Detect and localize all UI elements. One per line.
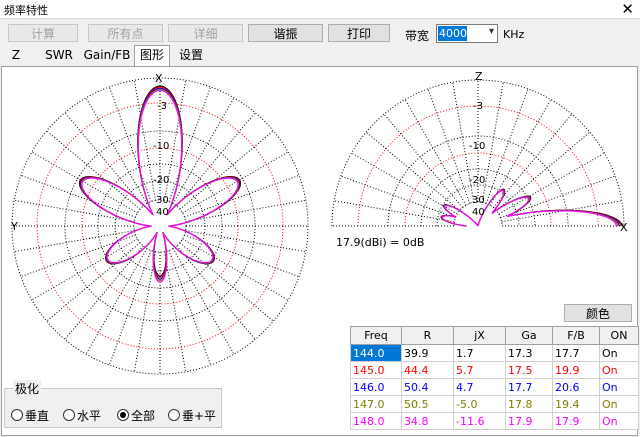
table-cell: 146.0 bbox=[350, 378, 402, 396]
left-ring-label: 40 bbox=[156, 207, 169, 218]
radio-vertical[interactable]: 垂直 bbox=[11, 407, 49, 424]
radio-icon bbox=[11, 409, 23, 421]
bandwidth-unit: KHz bbox=[503, 28, 525, 41]
table-cell: 17.9 bbox=[552, 412, 600, 430]
table-cell: -11.6 bbox=[453, 412, 506, 430]
tab-settings[interactable]: 设置 bbox=[174, 46, 208, 65]
table-row[interactable]: 146.0 50.4 4.7 17.7 20.6 On bbox=[350, 378, 639, 396]
radio-label: 垂+平 bbox=[182, 409, 217, 423]
column-header-ga[interactable]: Ga bbox=[505, 326, 553, 345]
results-table: Freq R jX Ga F/B ON 144.0 39.9 1.7 17.3 17.7… bbox=[350, 326, 639, 430]
table-cell: 5.7 bbox=[453, 361, 506, 379]
radio-icon bbox=[168, 409, 180, 421]
left-axis-top-label: X bbox=[155, 72, 163, 85]
column-header-on[interactable]: ON bbox=[599, 326, 639, 345]
print-button[interactable]: 打印 bbox=[328, 24, 390, 42]
column-header-freq[interactable]: Freq bbox=[350, 326, 402, 345]
right-axis-top-label: Z bbox=[475, 70, 483, 83]
right-ring-label: -3 bbox=[473, 101, 483, 112]
tab-graph[interactable]: 图形 bbox=[134, 45, 170, 66]
tab-swr[interactable]: SWR bbox=[40, 46, 78, 65]
table-cell: 50.5 bbox=[401, 395, 454, 413]
right-ring-label: 40 bbox=[472, 207, 485, 218]
table-cell: On bbox=[599, 361, 639, 379]
left-ring-label: -10 bbox=[153, 141, 170, 152]
table-cell: 44.4 bbox=[401, 361, 454, 379]
right-ring-label: -10 bbox=[469, 141, 486, 152]
table-cell: On bbox=[599, 344, 639, 362]
table-row[interactable]: 144.0 39.9 1.7 17.3 17.7 On bbox=[350, 344, 639, 362]
tab-z[interactable]: Z bbox=[4, 46, 28, 65]
polarization-label: 极化 bbox=[13, 380, 42, 397]
table-cell: 17.7 bbox=[552, 344, 600, 362]
tab-gain-fb[interactable]: Gain/FB bbox=[82, 46, 132, 65]
left-ring-label: 30 bbox=[156, 195, 169, 206]
table-row[interactable]: 145.0 44.4 5.7 17.5 19.9 On bbox=[350, 361, 639, 379]
radio-horizontal[interactable]: 水平 bbox=[63, 407, 101, 424]
column-header-jx[interactable]: jX bbox=[453, 326, 506, 345]
table-cell: 39.9 bbox=[401, 344, 454, 362]
table-cell: 148.0 bbox=[350, 412, 402, 430]
radio-label: 水平 bbox=[77, 409, 102, 423]
radio-selected-icon bbox=[117, 409, 129, 421]
window-title: 频率特性 bbox=[4, 4, 48, 17]
radio-label: 垂直 bbox=[25, 409, 50, 423]
close-icon[interactable]: ✕ bbox=[621, 0, 634, 18]
reference-gain-text: 17.9(dBi) = 0dB bbox=[336, 236, 425, 249]
column-header-r[interactable]: R bbox=[401, 326, 454, 345]
table-cell: 4.7 bbox=[453, 378, 506, 396]
left-ring-label: -20 bbox=[153, 175, 170, 186]
radio-vert-horiz[interactable]: 垂+平 bbox=[168, 407, 216, 424]
right-axis-right-label: X bbox=[620, 221, 628, 234]
color-button[interactable]: 颜色 bbox=[564, 304, 632, 322]
table-cell: 144.0 bbox=[350, 344, 402, 362]
radio-all[interactable]: 全部 bbox=[117, 407, 155, 424]
table-cell: 34.8 bbox=[401, 412, 454, 430]
polarization-group: 极化 垂直 水平 全部 垂+平 bbox=[4, 380, 222, 428]
table-cell: 145.0 bbox=[350, 361, 402, 379]
detail-button[interactable]: 详细 bbox=[168, 24, 243, 42]
bandwidth-label: 带宽 bbox=[405, 29, 430, 43]
radio-label: 全部 bbox=[131, 409, 156, 423]
table-cell: 17.9 bbox=[505, 412, 553, 430]
calc-button[interactable]: 计算 bbox=[8, 24, 78, 42]
column-header-fb[interactable]: F/B bbox=[552, 326, 600, 345]
resonance-button[interactable]: 谐振 bbox=[248, 24, 323, 42]
chevron-down-icon[interactable]: ▾ bbox=[489, 26, 494, 37]
tab-bar: Z SWR Gain/FB 图形 设置 bbox=[0, 45, 640, 66]
table-row[interactable]: 148.0 34.8 -11.6 17.9 17.9 On bbox=[350, 412, 639, 430]
title-bar: 频率特性 ✕ bbox=[0, 0, 640, 19]
table-cell: 17.5 bbox=[505, 361, 553, 379]
table-row[interactable]: 147.0 50.5 -5.0 17.8 19.4 On bbox=[350, 395, 639, 413]
radio-icon bbox=[63, 409, 75, 421]
table-cell: 19.9 bbox=[552, 361, 600, 379]
table-cell: 1.7 bbox=[453, 344, 506, 362]
table-cell: 147.0 bbox=[350, 395, 402, 413]
table-cell: On bbox=[599, 395, 639, 413]
bandwidth-select[interactable]: 4000 ▾ bbox=[436, 24, 498, 43]
table-cell: 17.7 bbox=[505, 378, 553, 396]
right-ring-label: -20 bbox=[469, 175, 486, 186]
table-cell: On bbox=[599, 378, 639, 396]
bandwidth-value: 4000 bbox=[438, 26, 467, 41]
all-points-button[interactable]: 所有点 bbox=[88, 24, 163, 42]
right-ring-label: 30 bbox=[472, 195, 485, 206]
table-cell: 20.6 bbox=[552, 378, 600, 396]
table-cell: 50.4 bbox=[401, 378, 454, 396]
left-ring-label: -3 bbox=[157, 101, 167, 112]
table-cell: 19.4 bbox=[552, 395, 600, 413]
left-axis-left-label: Y bbox=[11, 220, 18, 233]
table-cell: On bbox=[599, 412, 639, 430]
table-cell: 17.3 bbox=[505, 344, 553, 362]
table-cell: -5.0 bbox=[453, 395, 506, 413]
table-cell: 17.8 bbox=[505, 395, 553, 413]
